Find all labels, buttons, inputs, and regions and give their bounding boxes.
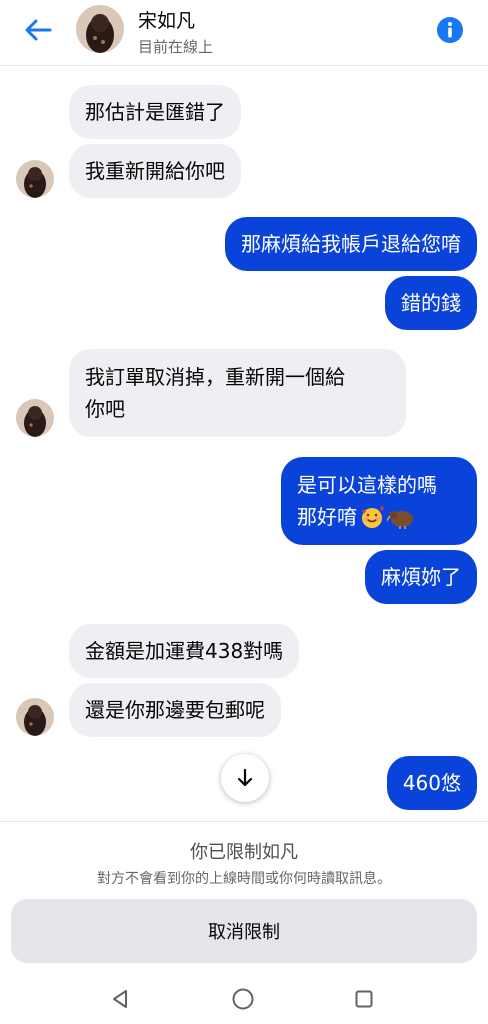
restriction-description: 對方不會看到你的上線時間或你何時讀取訊息。 [97,871,391,887]
restriction-panel: 你已限制如凡 對方不會看到你的上線時間或你何時讀取訊息。 取消限制 [0,821,488,973]
message-bubble-outgoing[interactable]: 錯的錢 [385,276,477,330]
message-bubble-incoming[interactable]: 金額是加運費438對嗎 [69,624,300,678]
message-bubble-incoming[interactable]: 我訂單取消掉，重新開一個給 你吧 [69,349,406,437]
message-bubble-outgoing[interactable]: 那麻煩給我帳戶退給您唷 [225,217,477,271]
contact-name[interactable]: 宋如凡 [138,6,195,33]
arrow-left-icon [25,19,52,41]
back-triangle-icon [113,990,127,1008]
message-bubble-outgoing[interactable]: 是可以這樣的嗎 那好唷 [281,457,477,545]
info-icon [437,17,463,43]
smiling-face-with-hearts-emoji [362,506,384,528]
avatar[interactable] [76,5,124,53]
message-bubble-outgoing[interactable]: 460悠 [386,756,477,810]
home-circle-icon [232,988,254,1010]
scroll-to-bottom-button[interactable] [221,754,269,802]
arrow-down-icon [237,768,253,787]
kiwi-bird-emoji [387,511,413,529]
message-bubble-outgoing[interactable]: 麻煩妳了 [365,550,477,604]
chat-header: 宋如凡 目前在線上 [0,0,488,66]
avatar[interactable] [16,698,54,736]
recents-square-icon [355,990,373,1008]
avatar[interactable] [16,399,54,437]
system-navigation-bar [0,973,488,1024]
message-bubble-incoming[interactable]: 那估計是匯錯了 [69,85,241,139]
unrestrict-button[interactable]: 取消限制 [11,899,477,963]
nav-home-button[interactable] [227,983,259,1015]
back-button[interactable] [20,14,56,46]
info-button[interactable] [436,16,464,44]
message-bubble-incoming[interactable]: 我重新開給你吧 [69,144,241,198]
online-status: 目前在線上 [138,38,214,56]
avatar[interactable] [16,160,54,198]
nav-back-button[interactable] [104,983,136,1015]
message-bubble-incoming[interactable]: 還是你那邊要包郵呢 [69,683,281,737]
nav-recents-button[interactable] [348,983,380,1015]
restriction-title: 你已限制如凡 [190,842,298,863]
